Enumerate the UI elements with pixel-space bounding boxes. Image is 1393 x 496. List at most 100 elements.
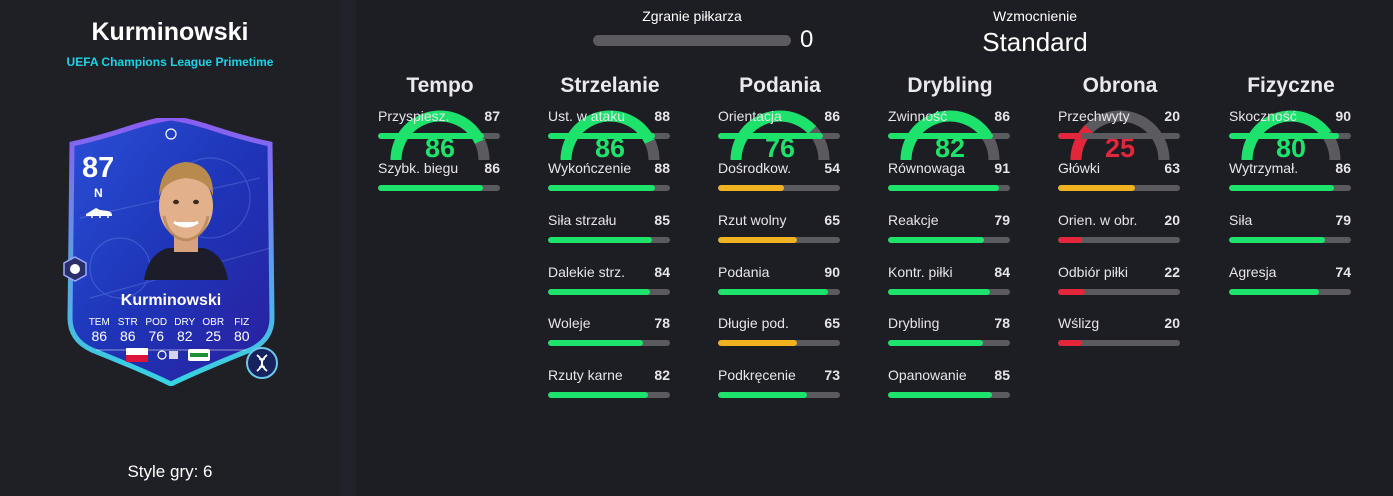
stat-bar-fill	[888, 185, 1000, 191]
stat-value: 88	[654, 160, 670, 176]
stat-row: Orientacja 86	[718, 108, 842, 148]
stat-name: Równowaga	[888, 160, 966, 176]
stat-bar-track	[1229, 237, 1351, 243]
stat-row: Rzut wolny 65	[718, 212, 842, 252]
stat-name: Główki	[1058, 160, 1101, 176]
stat-value: 74	[1335, 264, 1351, 280]
stat-row: Wytrzymał. 86	[1229, 160, 1353, 200]
stat-row: Kontr. piłki 84	[888, 264, 1012, 304]
stat-bar-fill	[1058, 289, 1085, 295]
stat-row: Siła strzału 85	[548, 212, 672, 252]
stat-row: Opanowanie 85	[888, 367, 1012, 407]
stat-name: Wytrzymał.	[1229, 160, 1299, 176]
stat-bar-track	[888, 185, 1010, 191]
player-card[interactable]: 87 N Kurminowski TEM 86 STR 86 POD 76 DRY 82	[60, 118, 282, 386]
stat-bar-fill	[378, 133, 485, 139]
stat-bar-track	[548, 133, 670, 139]
card-stat-label: TEM	[88, 317, 110, 328]
stat-bar-fill	[548, 340, 644, 346]
stat-value: 78	[654, 315, 670, 331]
stat-value: 84	[654, 264, 670, 280]
card-stat-label: OBR	[202, 317, 225, 328]
stat-name: Siła strzału	[548, 212, 617, 228]
chemistry-value: 0	[800, 26, 814, 53]
stat-bar-track	[1229, 133, 1351, 139]
stat-bar-fill	[378, 185, 483, 191]
stat-name: Kontr. piłki	[888, 264, 953, 280]
stat-bar-fill	[1229, 289, 1320, 295]
card-player-name: Kurminowski	[120, 292, 222, 309]
stat-bar-fill	[718, 237, 798, 243]
stat-name: Ust. w ataku	[548, 108, 626, 124]
stat-bar-track	[718, 185, 840, 191]
column-title: Drybling	[907, 74, 993, 97]
stat-row: Dośrodkow. 54	[718, 160, 842, 200]
stat-bar-fill	[1229, 133, 1339, 139]
card-stat: DRY 82	[171, 318, 200, 344]
stat-bar-fill	[1229, 185, 1334, 191]
card-stat-label: FIZ	[234, 317, 250, 328]
stat-bar-fill	[1058, 185, 1135, 191]
stat-bar-fill	[718, 185, 784, 191]
stat-value: 20	[1164, 212, 1180, 228]
boost-title: Wzmocnienie	[992, 8, 1078, 24]
stat-bar-track	[548, 185, 670, 191]
stat-bar-track	[888, 340, 1010, 346]
stat-value: 86	[994, 108, 1010, 124]
stat-row: Szybk. biegu 86	[378, 160, 502, 200]
stat-bar-track	[1058, 237, 1180, 243]
stat-value: 63	[1164, 160, 1180, 176]
stat-value: 86	[484, 160, 500, 176]
dna-icon[interactable]	[246, 347, 278, 379]
stat-name: Dalekie strz.	[548, 264, 626, 280]
stat-row: Orien. w obr. 20	[1058, 212, 1182, 252]
stat-bar-track	[718, 392, 840, 398]
stat-value: 20	[1164, 108, 1180, 124]
stat-row: Przechwyty 20	[1058, 108, 1182, 148]
stat-row: Drybling 78	[888, 315, 1012, 355]
stat-value: 91	[994, 160, 1010, 176]
stat-row: Reakcje 79	[888, 212, 1012, 252]
card-stat-value: 82	[176, 328, 193, 344]
stat-bar-track	[1229, 185, 1351, 191]
nation-flag-icon	[126, 348, 148, 362]
stat-value: 86	[824, 108, 840, 124]
stat-bar-fill	[548, 133, 656, 139]
league-logo-icon	[157, 350, 178, 360]
stat-bar-track	[378, 185, 500, 191]
stat-bar-fill	[888, 392, 992, 398]
stat-name: Odbiór piłki	[1058, 264, 1129, 280]
stat-row: Podania 90	[718, 264, 842, 304]
stat-bar-fill	[548, 237, 652, 243]
stat-bar-fill	[1058, 133, 1083, 139]
chemistry-title: Zgranie piłkarza	[642, 8, 742, 24]
stat-value: 88	[654, 108, 670, 124]
stat-bar-track	[548, 237, 670, 243]
stat-name: Przyspiesz.	[378, 108, 450, 124]
column-title: Strzelanie	[560, 74, 660, 97]
stat-row: Agresja 74	[1229, 264, 1353, 304]
boost-value[interactable]: Standard	[935, 27, 1135, 58]
stat-name: Orientacja	[718, 108, 782, 124]
stat-name: Długie pod.	[718, 315, 789, 331]
stat-value: 22	[1164, 264, 1180, 280]
card-stat-value: 76	[148, 328, 165, 344]
chemistry-bar	[593, 35, 791, 46]
stat-value: 65	[824, 212, 840, 228]
stat-name: Przechwyty	[1058, 108, 1130, 124]
card-stat: STR 86	[114, 318, 143, 344]
stat-bar-fill	[548, 392, 649, 398]
stat-bar-track	[548, 340, 670, 346]
stat-bar-fill	[1058, 237, 1083, 243]
stat-bar-fill	[548, 289, 651, 295]
stat-bar-track	[548, 392, 670, 398]
stat-bar-track	[888, 237, 1010, 243]
stat-row: Wykończenie 88	[548, 160, 672, 200]
stat-bar-track	[718, 289, 840, 295]
stat-bar-fill	[1058, 340, 1083, 346]
stat-value: 85	[654, 212, 670, 228]
stat-name: Dośrodkow.	[718, 160, 792, 176]
column-title: Podania	[739, 74, 821, 97]
card-flags	[126, 348, 210, 362]
stat-value: 73	[824, 367, 840, 383]
